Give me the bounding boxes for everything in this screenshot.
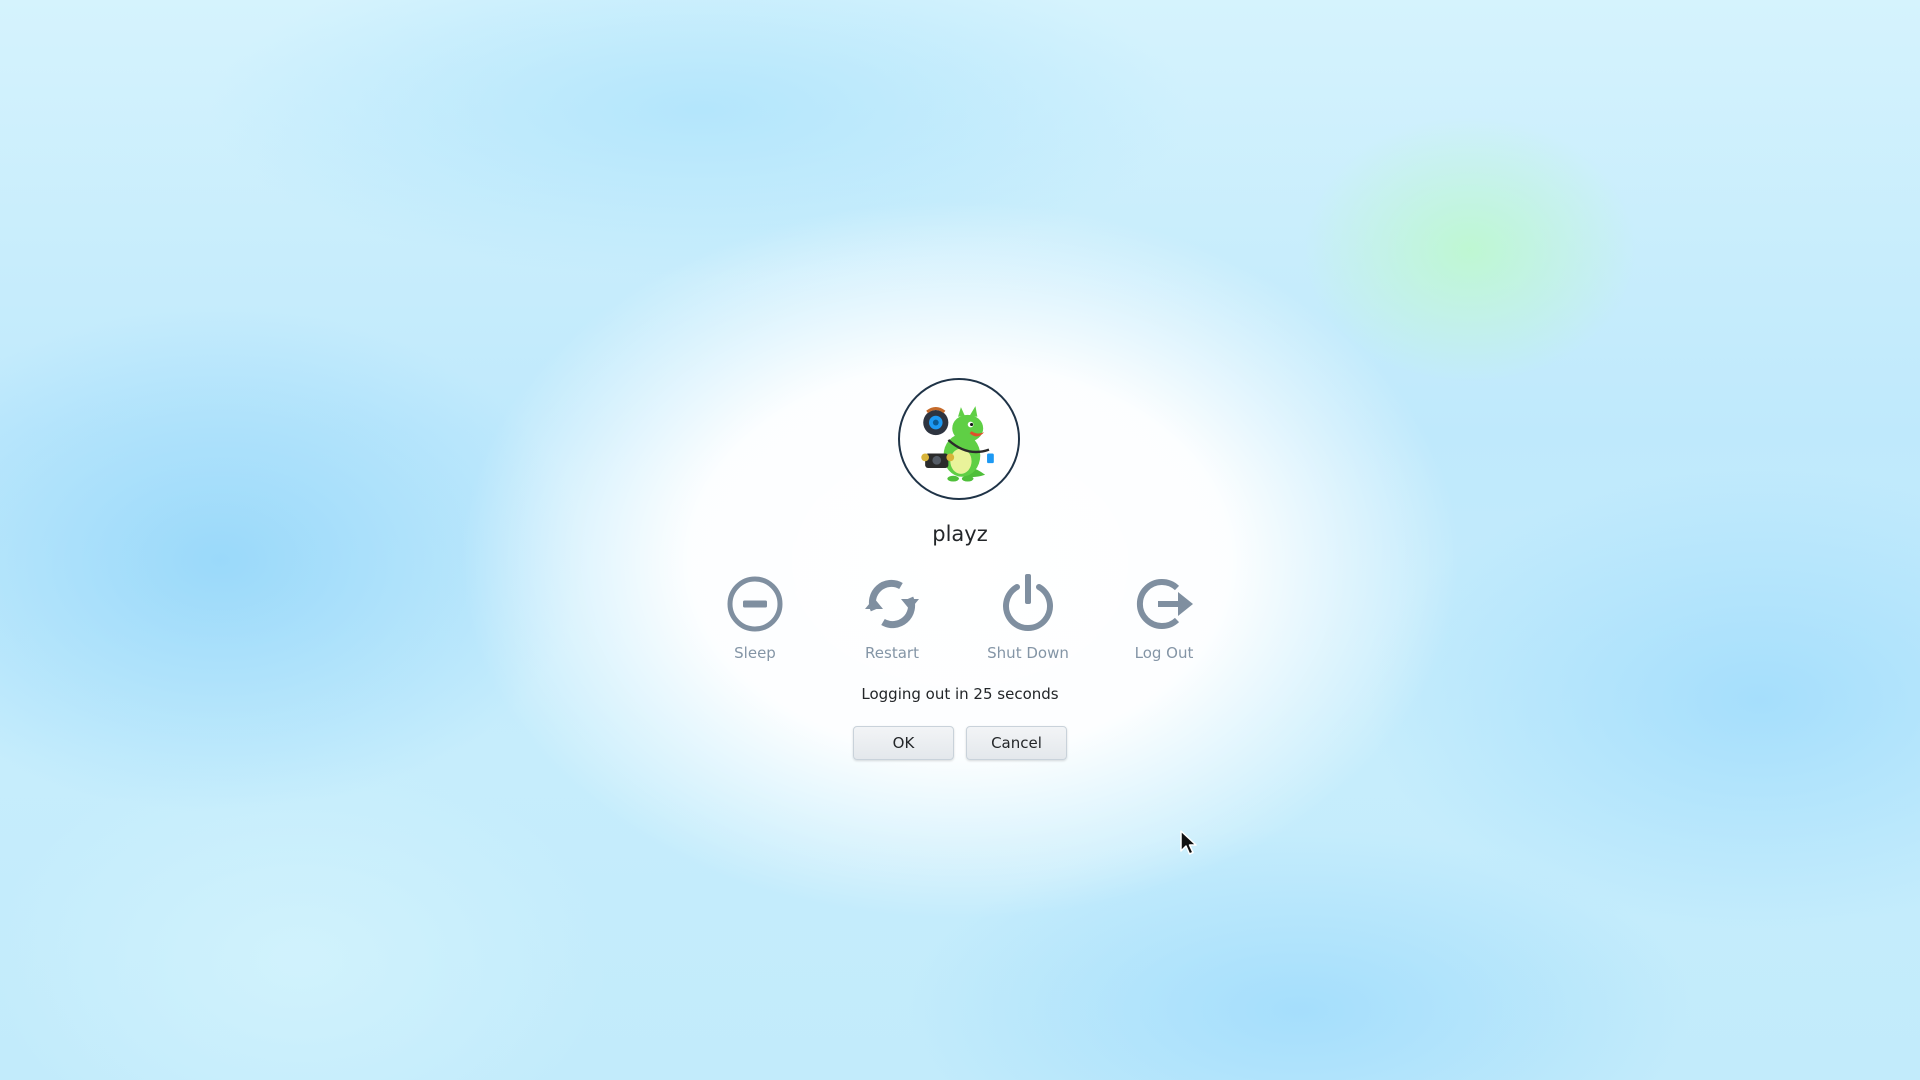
logout-screen-background: playz Sleep Restart Shut Down Log Out Lo… [0, 0, 1920, 1080]
shutdown-icon [998, 574, 1058, 634]
sleep-label: Sleep [734, 644, 776, 662]
restart-icon [862, 574, 922, 634]
cancel-button[interactable]: Cancel [966, 726, 1067, 760]
sleep-button[interactable]: Sleep [700, 574, 810, 670]
restart-button[interactable]: Restart [837, 574, 947, 670]
logout-button[interactable]: Log Out [1109, 574, 1219, 670]
countdown-message: Logging out in 25 seconds [861, 685, 1059, 703]
session-actions: Sleep Restart Shut Down Log Out [0, 574, 1920, 674]
konqi-dragon-icon [921, 406, 994, 482]
logout-icon [1134, 574, 1194, 634]
user-avatar [898, 378, 1020, 500]
logout-label: Log Out [1134, 644, 1194, 662]
restart-label: Restart [865, 644, 919, 662]
shutdown-button[interactable]: Shut Down [973, 574, 1083, 670]
ok-button[interactable]: OK [853, 726, 954, 760]
user-name: playz [932, 522, 988, 546]
sleep-icon [725, 574, 785, 634]
mouse-pointer-icon [1179, 829, 1201, 857]
shutdown-label: Shut Down [987, 644, 1069, 662]
